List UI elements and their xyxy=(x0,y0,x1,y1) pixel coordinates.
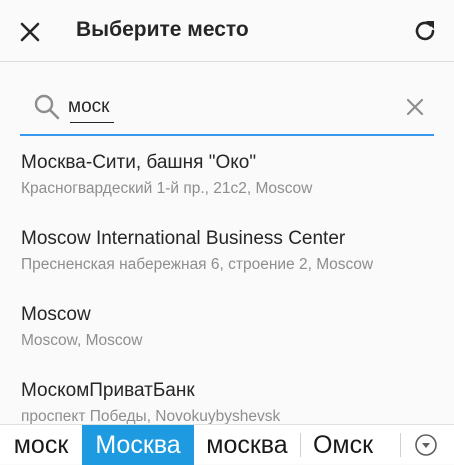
place-address: Moscow, Moscow xyxy=(21,332,143,349)
refresh-button[interactable] xyxy=(408,14,442,48)
place-name: Moscow International Business Center xyxy=(21,228,346,249)
chevron-down-icon xyxy=(415,434,437,456)
suggestion-divider xyxy=(300,433,301,457)
close-icon xyxy=(20,22,40,42)
list-item[interactable]: Moscow International Business Center Пре… xyxy=(0,216,454,292)
clear-icon xyxy=(406,98,424,116)
list-item[interactable]: МоскомПриватБанк проспект Победы, Novoku… xyxy=(0,368,454,425)
composing-text-underline xyxy=(70,122,114,123)
suggestion-item-selected[interactable]: Москва xyxy=(82,425,194,465)
place-name: Москва-Сити, башня "Око" xyxy=(21,152,257,173)
search-input[interactable] xyxy=(68,90,368,124)
clear-search-button[interactable] xyxy=(400,92,430,122)
suggestion-item[interactable]: моск xyxy=(2,425,80,465)
suggestion-item[interactable]: Омск xyxy=(302,425,384,465)
place-name: Moscow xyxy=(21,304,91,325)
place-address: Красногвардеский 1-й пр., 21с2, Moscow xyxy=(21,180,313,197)
suggestion-item[interactable]: москва xyxy=(196,425,298,465)
place-address: проспект Победы, Novokuybyshevsk xyxy=(21,408,281,425)
keyboard-suggestion-bar: моск Москва москва Омск xyxy=(0,424,454,465)
header-bar: Выберите место xyxy=(0,0,454,62)
refresh-icon xyxy=(415,21,435,41)
page-title: Выберите место xyxy=(76,18,249,41)
results-list: Москва-Сити, башня "Око" Красногвардески… xyxy=(0,140,454,425)
search-icon xyxy=(34,94,60,120)
suggestion-divider xyxy=(400,433,401,457)
expand-suggestions-button[interactable] xyxy=(413,432,439,458)
place-address: Пресненская набережная 6, строение 2, Mo… xyxy=(21,256,374,273)
close-button[interactable] xyxy=(14,16,46,48)
search-bar xyxy=(20,82,434,136)
place-name: МоскомПриватБанк xyxy=(21,380,195,401)
list-item[interactable]: Moscow Moscow, Moscow xyxy=(0,292,454,368)
list-item[interactable]: Москва-Сити, башня "Око" Красногвардески… xyxy=(0,140,454,216)
